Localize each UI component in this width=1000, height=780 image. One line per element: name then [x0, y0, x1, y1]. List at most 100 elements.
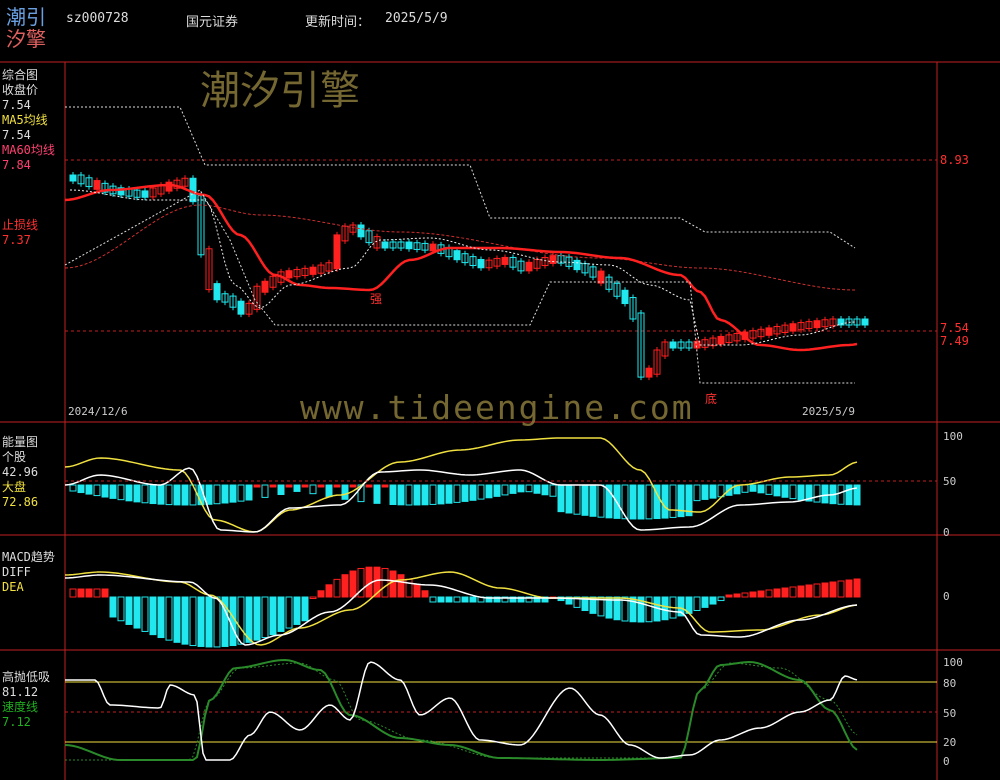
energy-bar: [541, 484, 549, 496]
candle-body: [813, 320, 821, 329]
candle-body: [429, 243, 437, 252]
macd-bar: [253, 596, 261, 641]
energy-bar: [813, 484, 821, 503]
macd-bar: [149, 596, 157, 636]
energy-bar: [565, 484, 573, 514]
energy-bar: [645, 484, 653, 520]
energy-bar: [437, 484, 445, 505]
market-value: 72.86: [2, 495, 39, 509]
energy-bar: [245, 484, 253, 501]
energy-bar: [773, 484, 781, 497]
p2-tick-100: 100: [943, 430, 963, 443]
macd-bar: [725, 594, 733, 598]
stop-labels: 止损线 7.37: [2, 218, 38, 248]
energy-bar: [157, 484, 165, 505]
macd-bar: [165, 596, 173, 641]
energy-bar: [757, 484, 765, 494]
energy-bar: [205, 484, 213, 505]
macd-bar: [261, 596, 269, 639]
p4-tick-20: 20: [943, 736, 957, 749]
energy-bar: [493, 484, 501, 497]
energy-bar: [677, 484, 685, 518]
candle-body: [381, 241, 389, 249]
macd-bar: [781, 587, 789, 598]
macd-bar: [701, 596, 709, 608]
energy-bar: [109, 484, 117, 499]
ma5-value: 7.54: [2, 128, 31, 142]
candle-body: [525, 261, 533, 272]
candle-body: [213, 283, 221, 301]
candle-body: [69, 174, 77, 182]
macd-bar: [117, 596, 125, 622]
energy-bar: [845, 484, 853, 506]
energy-bar: [309, 484, 317, 495]
macd-bar: [469, 596, 477, 603]
upper-channel-line: [65, 106, 856, 249]
hl-value: 81.12: [2, 685, 39, 699]
macd-bar: [453, 596, 461, 603]
market-label: 大盘: [2, 480, 27, 494]
macd-bar: [101, 588, 109, 598]
energy-bar: [469, 484, 477, 501]
energy-bar: [573, 484, 581, 515]
macd-bar: [829, 581, 837, 598]
candle-body: [141, 190, 149, 198]
energy-bar: [701, 484, 709, 500]
right-label-high: 8.93: [940, 153, 969, 167]
p2-tick-50: 50: [943, 475, 957, 488]
energy-bar: [421, 484, 429, 506]
macd-bar: [397, 574, 405, 598]
candle-body: [357, 224, 365, 238]
energy-bar: [101, 484, 109, 498]
macd-bar: [741, 592, 749, 598]
energy-bar: [213, 484, 221, 505]
ma60-label: MA60均线: [2, 143, 55, 157]
macd-bar: [277, 596, 285, 632]
energy-bar: [709, 484, 717, 499]
energy-bar: [549, 484, 557, 497]
energy-bar: [133, 484, 141, 503]
macd-bar: [181, 596, 189, 645]
candle-body: [237, 300, 245, 315]
energy-bar: [381, 484, 389, 488]
ma60-value: 7.84: [2, 158, 31, 172]
panel4-labels: 高抛低吸 81.12 速度线 7.12: [2, 670, 50, 730]
energy-bar: [693, 484, 701, 502]
energy-bar: [93, 484, 101, 497]
macd-bar: [85, 588, 93, 598]
macd-bar: [693, 596, 701, 612]
macd-bar: [141, 596, 149, 632]
macd-bar: [77, 588, 85, 598]
macd-bar: [757, 590, 765, 598]
candle-body: [477, 259, 485, 269]
energy-bar: [581, 484, 589, 516]
macd-bar: [661, 596, 669, 621]
panel3-title: MACD趋势: [2, 550, 55, 564]
macd-bar: [389, 570, 397, 598]
p2-tick-0: 0: [943, 526, 950, 539]
macd-bar: [325, 584, 333, 598]
macd-bar: [789, 586, 797, 598]
energy-bar: [589, 484, 597, 517]
macd-bar: [717, 596, 725, 602]
lower-channel-line: [64, 189, 855, 384]
diff-label: DIFF: [2, 565, 31, 579]
energy-bar: [501, 484, 509, 496]
macd-bar: [813, 583, 821, 598]
p3-tick-0: 0: [943, 590, 950, 603]
energy-bar: [77, 484, 85, 494]
macd-bar: [213, 596, 221, 648]
macd-bar: [173, 596, 181, 643]
energy-bar: [781, 484, 789, 498]
macd-bar: [381, 567, 389, 598]
candle-body: [669, 341, 677, 349]
energy-bar: [237, 484, 245, 502]
energy-bar: [365, 484, 373, 488]
candle-body: [573, 259, 581, 271]
energy-bar: [229, 484, 237, 503]
energy-bar: [253, 484, 261, 488]
candle-body: [597, 270, 605, 284]
p4-tick-80: 80: [943, 677, 957, 690]
energy-bar: [269, 484, 277, 488]
stop-value: 7.37: [2, 233, 31, 247]
